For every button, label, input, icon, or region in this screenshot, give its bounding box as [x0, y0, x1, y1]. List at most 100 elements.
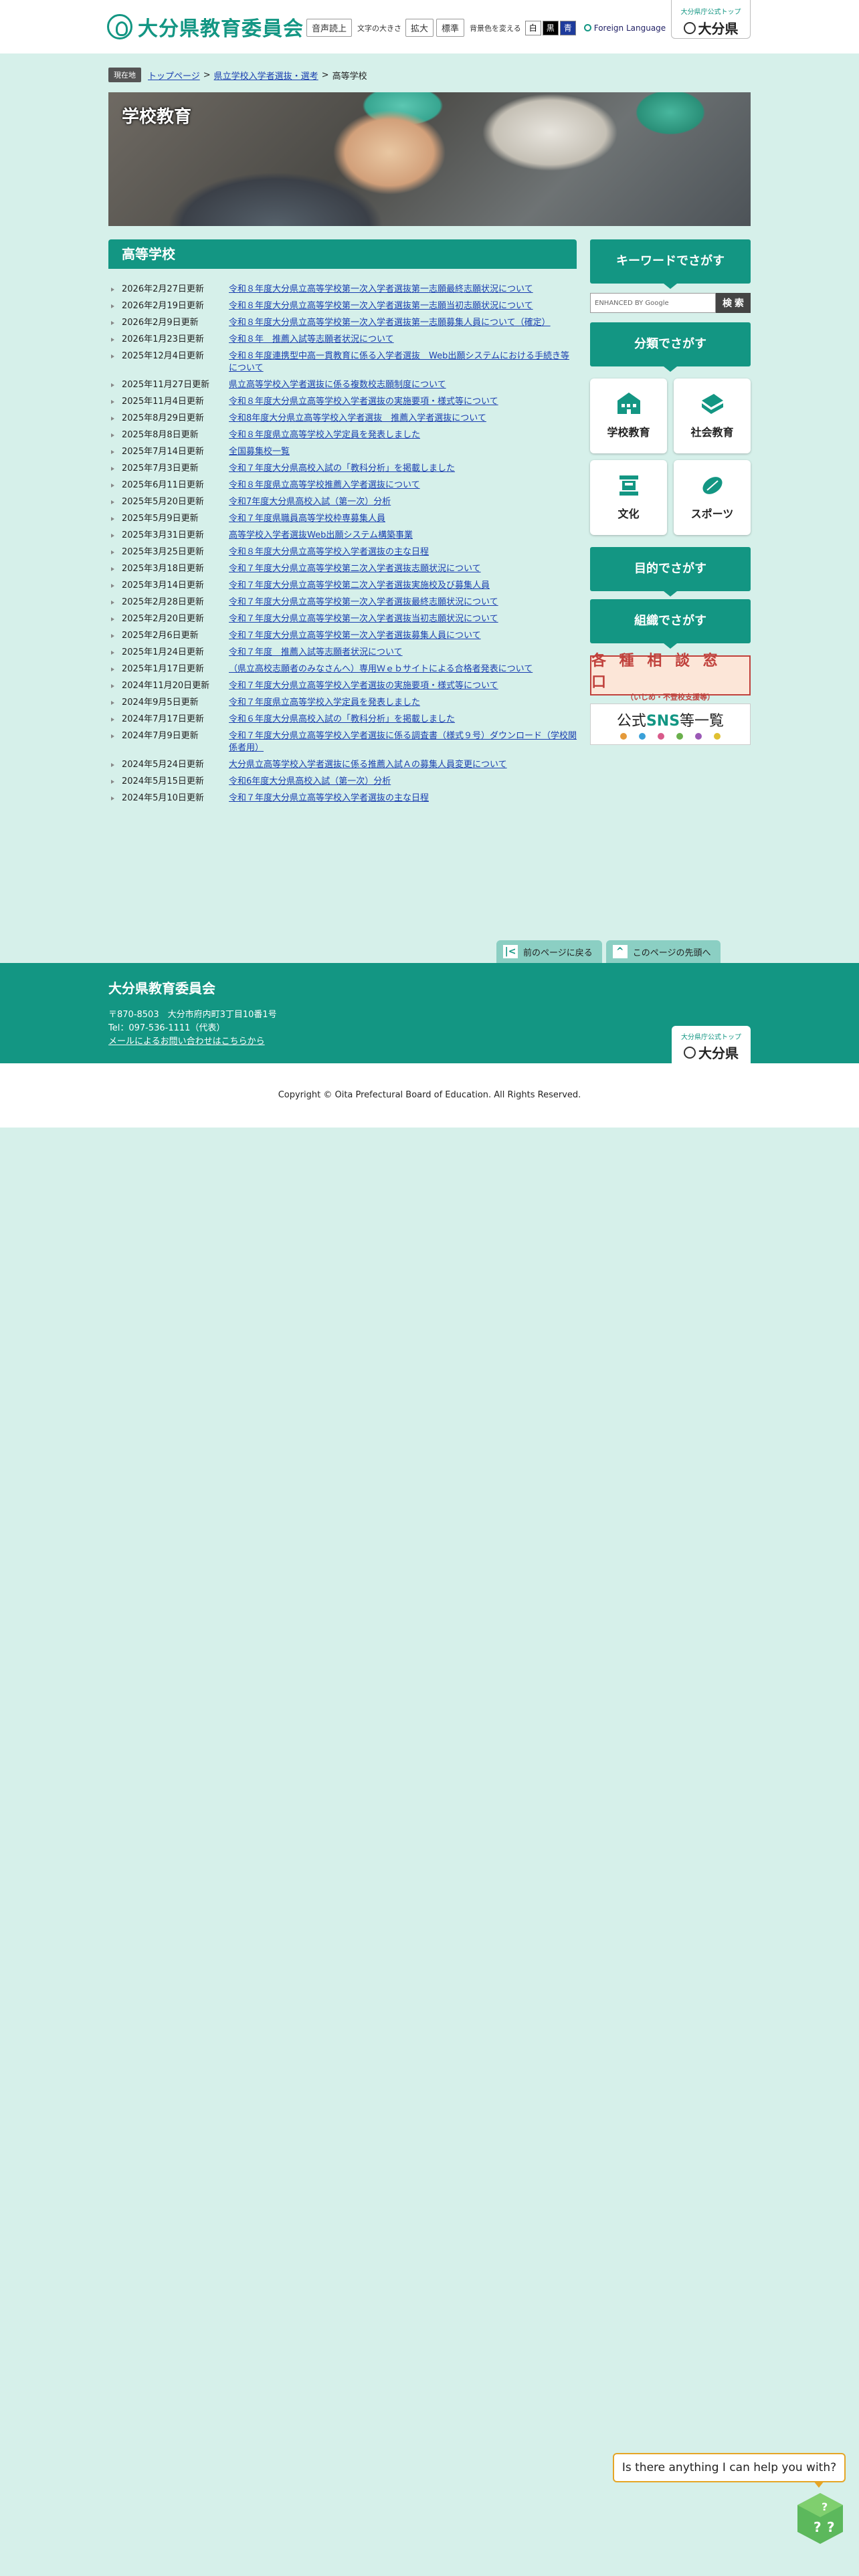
news-link[interactable]: 令和８年度大分県立高等学校入学者選抜の実施要項・様式等について [229, 396, 577, 408]
news-link[interactable]: 令和７年度大分県高校入試の「教科分析」を掲載しました [229, 463, 577, 475]
voice-read-button[interactable]: 音声読上 [306, 19, 353, 37]
sns-mascot-icon [676, 733, 683, 740]
bullet-icon [108, 792, 122, 804]
footer-pref-big: 大分県 [698, 1045, 739, 1061]
news-link[interactable]: 令和８年度大分県立高等学校第一次入学者選抜第一志願当初志願状況について [229, 300, 577, 312]
tile-culture[interactable]: 文化 [590, 460, 667, 535]
news-link[interactable]: 令和７年度県立高等学校入学定員を発表しました [229, 697, 577, 709]
breadcrumb-current: 高等学校 [332, 71, 367, 82]
news-link[interactable]: 令和７年度県職員高等学校枠専募集人員 [229, 513, 577, 525]
bullet-icon [108, 334, 122, 346]
news-link[interactable]: 令和８年度県立高等学校推薦入学者選抜について [229, 479, 577, 492]
news-link[interactable]: 全国募集校一覧 [229, 446, 577, 458]
news-link[interactable]: 令和８年 推薦入試等志願者状況について [229, 334, 577, 346]
bullet-icon [108, 759, 122, 771]
news-date: 2025年5月20日更新 [122, 497, 204, 507]
news-link[interactable]: 令和8年度大分県立高等学校入学者選抜 推薦入学者選抜について [229, 413, 577, 425]
bullet-icon [108, 563, 122, 575]
news-item: 2024年5月15日更新 令和6年度大分県高校入試（第一次）分析 [108, 772, 577, 788]
sidebar: キーワードでさがす ENHANCED BY Google 検 索 分類でさがす … [590, 239, 751, 745]
footer-pref-top-link[interactable]: 大分県庁公式トップ 大分県 [672, 1026, 751, 1063]
search-input[interactable]: ENHANCED BY Google [590, 293, 716, 313]
book-icon [701, 394, 723, 414]
news-item: 2026年2月9日更新 令和８年度大分県立高等学校第一次入学者選抜第一志願募集人員… [108, 313, 577, 330]
news-date: 2024年5月10日更新 [122, 793, 204, 803]
sns-title: 公式SNS等一覧 [617, 709, 724, 730]
bullet-icon [108, 647, 122, 659]
bullet-icon [108, 379, 122, 391]
news-link[interactable]: 高等学校入学者選抜Web出願システム構築事業 [229, 530, 577, 542]
consultation-subtitle: （いじめ・不登校支援等） [626, 693, 714, 702]
footer-address: 〒870-8503 大分市府内町3丁目10番1号 [108, 1010, 277, 1020]
sns-list-banner[interactable]: 公式SNS等一覧 [590, 704, 751, 745]
news-link[interactable]: 令和７年度大分県立高等学校第一次入学者選抜当初志願状況について [229, 613, 577, 625]
tile-social-education[interactable]: 社会教育 [674, 379, 751, 453]
news-item: 2026年1月23日更新 令和８年 推薦入試等志願者状況について [108, 330, 577, 346]
bg-white-button[interactable]: 白 [524, 20, 541, 35]
bullet-icon [108, 396, 122, 408]
news-link[interactable]: 令和７年度大分県立高等学校第一次入学者選抜最終志願状況について [229, 597, 577, 609]
back-button[interactable]: |< 前のページに戻る [496, 940, 602, 963]
news-item: 2025年3月14日更新 令和７年度大分県立高等学校第二次入学者選抜実施校及び募集… [108, 576, 577, 593]
chat-prompt-bubble[interactable]: Is there anything I can help you with? [613, 2453, 846, 2488]
tile-sports[interactable]: スポーツ [674, 460, 751, 535]
news-link[interactable]: （県立高校志願者のみなさんへ）専用Ｗｅｂサイトによる合格者発表について [229, 663, 577, 675]
news-link[interactable]: 令和７年度大分県立高等学校第一次入学者選抜募集人員について [229, 630, 577, 642]
pref-top-small: 大分県庁公式トップ [680, 9, 741, 16]
news-link[interactable]: 大分県立高等学校入学者選抜に係る推薦入試Ａの募集人員変更について [229, 759, 577, 771]
news-link[interactable]: 令和６年度大分県高校入試の「教科分析」を掲載しました [229, 714, 577, 726]
footer-tel: Tel：097-536-1111（代表） [108, 1023, 225, 1033]
news-link[interactable]: 令和７年度大分県立高等学校入学者選抜の主な日程 [229, 792, 577, 804]
breadcrumb-link-top[interactable]: トップページ [148, 69, 200, 82]
font-enlarge-button[interactable]: 拡大 [405, 19, 434, 37]
site-logo[interactable]: 大分県教育委員会 [107, 12, 304, 41]
news-item: 2025年7月14日更新 全国募集校一覧 [108, 442, 577, 459]
news-date: 2025年8月8日更新 [122, 430, 199, 440]
footer-address-block: 〒870-8503 大分市府内町3丁目10番1号 Tel：097-536-111… [108, 1008, 277, 1049]
news-link[interactable]: 令和８年度連携型中高一貫教育に係る入学者選抜 Web出願システムにおける手続き等… [229, 350, 577, 374]
pref-top-link[interactable]: 大分県庁公式トップ 大分県 [671, 0, 751, 39]
page-top-button[interactable]: ^ このページの先頭へ [605, 940, 721, 963]
breadcrumb: 現在地 トップページ > 県立学校入学者選抜・選考 > 高等学校 [108, 68, 367, 82]
news-link[interactable]: 令和７年度 推薦入試等志願者状況について [229, 647, 577, 659]
purpose-search-heading[interactable]: 目的でさがす [590, 547, 751, 597]
search-button[interactable]: 検 索 [716, 293, 751, 313]
news-link[interactable]: 県立高等学校入学者選抜に係る複数校志願制度について [229, 379, 577, 391]
news-link[interactable]: 令和6年度大分県高校入試（第一次）分析 [229, 776, 577, 788]
news-link[interactable]: 令和７年度大分県立高等学校第二次入学者選抜志願状況について [229, 563, 577, 575]
consultation-banner[interactable]: 各 種 相 談 窓 口 （いじめ・不登校支援等） [590, 653, 751, 702]
tile-label: 社会教育 [690, 426, 734, 439]
news-link[interactable]: 令和７年度大分県立高等学校入学者選抜の実施要項・様式等について [229, 680, 577, 692]
back-icon: |< [503, 945, 518, 958]
font-standard-button[interactable]: 標準 [436, 19, 465, 37]
foreign-language-link[interactable]: Foreign Language [583, 23, 666, 33]
news-link[interactable]: 令和８年度大分県立高等学校第一次入学者選抜第一志願募集人員について（確定） [229, 317, 577, 329]
chat-bot-icon[interactable]: ? ? ? [793, 2490, 847, 2547]
news-link[interactable]: 令和７年度大分県立高等学校入学者選抜に係る調査書（様式９号）ダウンロード（学校関… [229, 730, 577, 754]
foreign-language-label: Foreign Language [593, 23, 666, 33]
bg-blue-button[interactable]: 青 [559, 20, 576, 35]
news-date: 2025年8月29日更新 [122, 413, 204, 423]
bullet-icon [108, 496, 122, 508]
footer-mail-link[interactable]: メールによるお問い合わせはこちらから [108, 1037, 265, 1047]
back-label: 前のページに戻る [523, 948, 593, 958]
news-link[interactable]: 令和８年度大分県立高等学校第一次入学者選抜第一志願最終志願状況について [229, 284, 577, 296]
breadcrumb-link-selection[interactable]: 県立学校入学者選抜・選考 [214, 69, 318, 82]
tile-school-education[interactable]: 学校教育 [590, 379, 667, 453]
bullet-icon [108, 513, 122, 525]
news-link[interactable]: 令和８年度大分県立高等学校入学者選抜の主な日程 [229, 546, 577, 558]
news-item: 2025年11月27日更新 県立高等学校入学者選抜に係る複数校志願制度について [108, 375, 577, 392]
bg-black-button[interactable]: 黒 [542, 20, 559, 35]
news-item: 2024年5月24日更新 大分県立高等学校入学者選抜に係る推薦入試Ａの募集人員変更… [108, 755, 577, 772]
news-link[interactable]: 令和７年度大分県立高等学校第二次入学者選抜実施校及び募集人員 [229, 580, 577, 592]
news-link[interactable]: 令和８年度県立高等学校入学定員を発表しました [229, 429, 577, 441]
news-date: 2025年3月25日更新 [122, 547, 204, 557]
news-link[interactable]: 令和7年度大分県高校入試（第一次）分析 [229, 496, 577, 508]
sns-mascot-icon [620, 733, 627, 740]
org-search-heading[interactable]: 組織でさがす [590, 599, 751, 649]
bullet-icon [108, 317, 122, 329]
breadcrumb-separator: > [321, 70, 329, 80]
news-item: 2025年5月20日更新 令和7年度大分県高校入試（第一次）分析 [108, 492, 577, 509]
news-date: 2025年7月3日更新 [122, 463, 199, 473]
globe-icon [583, 24, 591, 31]
